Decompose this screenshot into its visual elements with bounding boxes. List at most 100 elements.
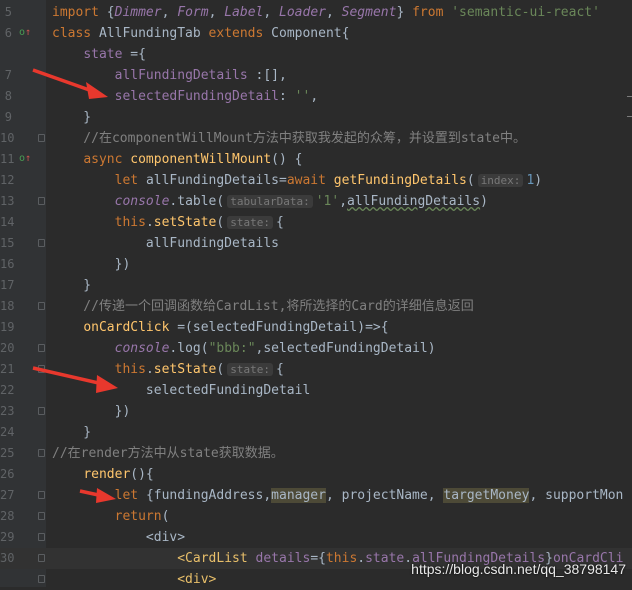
code-token: :[], xyxy=(255,68,287,83)
line-number: 25 xyxy=(0,446,15,460)
fold-marker-icon[interactable] xyxy=(38,491,45,499)
code-token: { xyxy=(275,362,284,377)
line-number: 29 xyxy=(0,530,15,544)
code-token: =(selectedFundingDetail)=>{ xyxy=(177,320,389,335)
code-token: selectedFundingDetail xyxy=(114,89,279,104)
fold-marker-icon[interactable] xyxy=(38,197,45,205)
code-line[interactable]: 23 }) xyxy=(0,401,632,422)
code-token: import xyxy=(52,5,107,20)
override-gutter-icon[interactable]: o↑ xyxy=(19,27,31,39)
parameter-hint: tabularData: xyxy=(227,195,313,208)
code-line[interactable]: state ={ xyxy=(0,44,632,65)
code-line[interactable]: 21 this.setState(state:{ xyxy=(0,359,632,380)
code-token: log xyxy=(177,341,201,356)
code-line[interactable]: 25 //在render方法中从state获取数据。 xyxy=(0,443,632,464)
code-token: }) xyxy=(52,404,131,419)
code-line[interactable]: 26 render(){ xyxy=(0,464,632,485)
line-number: 30 xyxy=(0,551,15,565)
code-token: console xyxy=(114,194,170,209)
code-line[interactable]: 7 allFundingDetails :[], xyxy=(0,65,632,86)
override-gutter-icon[interactable]: o↑ xyxy=(19,153,31,165)
fold-marker-icon[interactable] xyxy=(38,239,45,247)
code-line[interactable]: 28 return( xyxy=(0,506,632,527)
code-token: ={ xyxy=(310,551,326,566)
code-line[interactable]: 8 selectedFundingDetail: '', xyxy=(0,86,632,107)
fold-marker-icon[interactable] xyxy=(38,575,45,583)
code-text: }) xyxy=(52,254,131,275)
code-line[interactable]: 14 this.setState(state:{ xyxy=(0,212,632,233)
code-line[interactable]: 5 import {Dimmer, Form, Label, Loader, Se… xyxy=(0,2,632,23)
code-line[interactable]: 22 selectedFundingDetail xyxy=(0,380,632,401)
code-line[interactable]: 10 //在componentWillMount方法中获取我发起的众筹，并设置到… xyxy=(0,128,632,149)
line-number: 23 xyxy=(0,404,15,418)
code-line[interactable]: 15 allFundingDetails xyxy=(0,233,632,254)
code-token: . xyxy=(145,362,154,377)
code-text: this.setState(state:{ xyxy=(52,212,284,233)
code-line[interactable]: 12 let allFundingDetails=await getFundin… xyxy=(0,170,632,191)
code-line[interactable]: 9 } xyxy=(0,107,632,128)
fold-marker-icon[interactable] xyxy=(38,449,45,457)
code-line[interactable]: 13 console.table(tabularData: '1',allFund… xyxy=(0,191,632,212)
code-line[interactable]: 29 <div> xyxy=(0,527,632,548)
code-text: <div> xyxy=(52,527,185,548)
code-token: manager xyxy=(271,488,326,503)
fold-marker-icon[interactable] xyxy=(38,344,45,352)
fold-marker-icon[interactable] xyxy=(38,365,45,373)
code-text: class AllFundingTab extends Component{ xyxy=(52,23,349,44)
line-number: 5 xyxy=(4,5,12,19)
code-text: } xyxy=(52,107,91,128)
code-line[interactable]: 11 o↑ async componentWillMount() { xyxy=(0,149,632,170)
fold-marker-icon[interactable] xyxy=(38,302,45,310)
code-line[interactable]: 16 }) xyxy=(0,254,632,275)
code-text: allFundingDetails xyxy=(52,233,279,254)
line-number: 7 xyxy=(4,68,12,82)
fold-marker-icon[interactable] xyxy=(38,512,45,520)
line-number: 17 xyxy=(0,278,15,292)
fold-marker-icon[interactable] xyxy=(38,533,45,541)
code-line[interactable]: 24 } xyxy=(0,422,632,443)
code-token: //在componentWillMount方法中获取我发起的众筹，并设置到sta… xyxy=(52,131,526,146)
line-number: 22 xyxy=(0,383,15,397)
fold-marker-icon[interactable] xyxy=(38,134,45,142)
code-text: import {Dimmer, Form, Label, Loader, Seg… xyxy=(52,2,600,23)
line-number: 12 xyxy=(0,173,15,187)
code-token: <CardList xyxy=(177,551,256,566)
code-token: }) xyxy=(52,257,131,272)
code-text: onCardClick =(selectedFundingDetail)=>{ xyxy=(52,317,389,338)
code-token: ( xyxy=(216,215,225,230)
line-number: 24 xyxy=(0,425,15,439)
code-line[interactable]: 17 } xyxy=(0,275,632,296)
code-token: //在render方法中从state获取数据。 xyxy=(52,446,284,461)
code-text: console.table(tabularData: '1',allFunding… xyxy=(52,191,488,212)
code-token: ) xyxy=(534,173,543,188)
code-line[interactable]: 19 onCardClick =(selectedFundingDetail)=… xyxy=(0,317,632,338)
code-line[interactable]: 27 let {fundingAddress,manager, projectN… xyxy=(0,485,632,506)
code-line[interactable]: 18 //传递一个回调函数给CardList,将所选择的Card的详细信息返回 xyxy=(0,296,632,317)
code-token: state xyxy=(83,47,131,62)
code-token: details xyxy=(255,551,311,566)
code-text: } xyxy=(52,275,91,296)
code-line[interactable]: 20 console.log("bbb:",selectedFundingDet… xyxy=(0,338,632,359)
code-token: getFundingDetails xyxy=(333,173,467,188)
code-token: Loader xyxy=(279,5,326,20)
code-token: , xyxy=(339,194,348,209)
code-token: (){ xyxy=(130,467,154,482)
code-text: } xyxy=(52,422,91,443)
code-token: extends xyxy=(208,26,272,41)
code-text: let {fundingAddress,manager, projectName… xyxy=(52,485,623,506)
fold-marker-icon[interactable] xyxy=(38,554,45,562)
code-token: "bbb:" xyxy=(208,341,256,356)
scrollbar-marker[interactable] xyxy=(627,96,632,97)
fold-marker-icon[interactable] xyxy=(38,407,45,415)
code-line[interactable]: 6 o↑ class AllFundingTab extends Component… xyxy=(0,23,632,44)
code-text: allFundingDetails :[], xyxy=(52,65,287,86)
code-token: ( xyxy=(466,173,475,188)
watermark: https://blog.csdn.net/qq_38798147 xyxy=(411,561,626,577)
code-token: { xyxy=(275,215,284,230)
line-number: 9 xyxy=(4,110,12,124)
scrollbar-marker[interactable] xyxy=(627,116,632,117)
